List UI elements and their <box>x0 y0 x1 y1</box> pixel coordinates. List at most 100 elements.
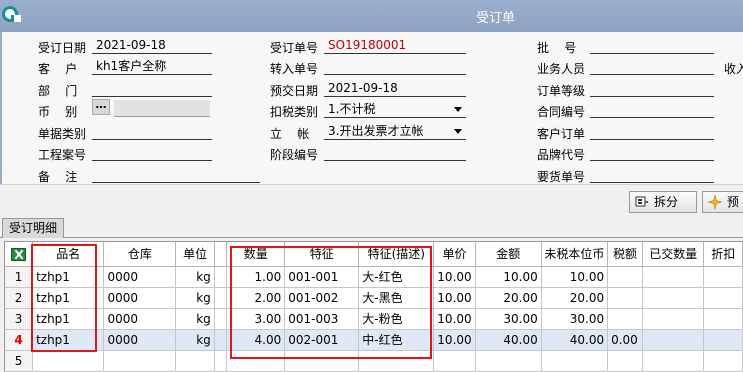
cell-qty[interactable]: 1.00 <box>226 266 286 288</box>
col-header-price[interactable]: 单价 <box>433 242 476 267</box>
customer-field[interactable]: kh1客户全称 <box>92 58 212 75</box>
cell-blank[interactable] <box>214 287 228 309</box>
cell-amount[interactable]: 40.00 <box>475 329 542 351</box>
brand-code-field[interactable] <box>590 144 714 161</box>
cell-discount[interactable] <box>703 308 743 330</box>
customer-order-field[interactable] <box>590 123 714 140</box>
col-header-tax[interactable]: 税额 <box>607 242 643 267</box>
cell-qty[interactable]: 4.00 <box>226 329 286 351</box>
table-row[interactable]: 1 tzhp1 0000 kg 1.00 001-001 大-红色 10.00 … <box>5 266 743 288</box>
table-row-selected[interactable]: 4 tzhp1 0000 kg 4.00 002-001 中-红色 10.00 … <box>5 329 743 351</box>
cell-warehouse[interactable]: 0000 <box>103 287 177 309</box>
order-no-field[interactable]: SO19180001 <box>324 37 466 54</box>
cell-tax[interactable] <box>607 308 643 330</box>
col-header-delivered[interactable]: 已交数量 <box>642 242 705 267</box>
cell-warehouse[interactable]: 0000 <box>103 308 177 330</box>
cell-price[interactable]: 10.00 <box>433 287 476 309</box>
transfer-no-field[interactable] <box>324 58 466 75</box>
cell-discount[interactable] <box>703 329 743 351</box>
cell-name[interactable] <box>32 350 105 372</box>
row-number[interactable]: 2 <box>5 287 34 309</box>
cell-unit[interactable]: kg <box>175 287 215 309</box>
currency-field[interactable] <box>114 100 210 117</box>
cell-discount[interactable] <box>703 287 743 309</box>
cell-delivered[interactable] <box>642 266 705 288</box>
order-date-field[interactable]: 2021-09-18 <box>92 37 212 54</box>
cell-amount[interactable]: 10.00 <box>475 266 542 288</box>
cell-pretax[interactable]: 40.00 <box>541 329 609 351</box>
cell-price[interactable]: 10.00 <box>433 329 476 351</box>
row-number[interactable]: 4 <box>5 329 34 351</box>
cell-blank[interactable] <box>214 308 228 330</box>
col-header-discount[interactable]: 折扣 <box>703 242 743 267</box>
cell-unit[interactable] <box>175 350 215 372</box>
department-field[interactable] <box>92 80 212 97</box>
cell-unit[interactable]: kg <box>175 308 215 330</box>
col-header-qty[interactable]: 数量 <box>226 242 286 267</box>
contract-no-field[interactable] <box>590 101 714 118</box>
cell-delivered[interactable] <box>642 350 705 372</box>
col-header-warehouse[interactable]: 仓库 <box>103 242 177 267</box>
cell-warehouse[interactable]: 0000 <box>103 266 177 288</box>
cell-tax[interactable] <box>607 287 643 309</box>
tab-order-detail[interactable]: 受订明细 <box>2 218 65 238</box>
cell-blank[interactable] <box>214 350 228 372</box>
cell-price[interactable]: 10.00 <box>433 308 476 330</box>
stage-no-field[interactable] <box>324 144 466 161</box>
cell-name[interactable]: tzhp1 <box>32 287 105 309</box>
col-header-feature-desc[interactable]: 特征(描述) <box>358 242 435 267</box>
cell-delivered[interactable] <box>642 287 705 309</box>
cell-delivered[interactable] <box>642 308 705 330</box>
cell-feature-desc[interactable]: 大-黑色 <box>358 287 435 309</box>
cell-feature-desc[interactable]: 大-红色 <box>358 266 435 288</box>
cell-name[interactable]: tzhp1 <box>32 308 105 330</box>
tax-type-select[interactable]: 1.不计税 <box>324 101 466 118</box>
table-row[interactable]: 2 tzhp1 0000 kg 2.00 001-002 大-黑色 10.00 … <box>5 287 743 309</box>
cell-tax[interactable] <box>607 350 643 372</box>
order-detail-grid[interactable]: 品名 仓库 单位 数量 特征 特征(描述) 单价 金额 未税本位币 税额 已交数… <box>4 241 743 372</box>
cell-delivered[interactable] <box>642 329 705 351</box>
col-header-feature[interactable]: 特征 <box>284 242 360 267</box>
cell-tax[interactable] <box>607 266 643 288</box>
cell-warehouse[interactable]: 0000 <box>103 329 177 351</box>
cell-discount[interactable] <box>703 350 743 372</box>
ship-no-field[interactable] <box>590 166 714 183</box>
cell-amount[interactable]: 30.00 <box>475 308 542 330</box>
table-row[interactable]: 5 <box>5 350 743 372</box>
delivery-date-field[interactable]: 2021-09-18 <box>324 80 466 97</box>
cell-pretax[interactable]: 10.00 <box>541 266 609 288</box>
col-header-pretax[interactable]: 未税本位币 <box>541 242 609 267</box>
sales-person-field[interactable] <box>590 58 714 75</box>
row-number[interactable]: 3 <box>5 308 34 330</box>
cell-name[interactable]: tzhp1 <box>32 329 105 351</box>
preview-button[interactable]: 预 <box>702 191 743 213</box>
order-level-field[interactable] <box>590 80 714 97</box>
cell-unit[interactable]: kg <box>175 266 215 288</box>
cell-qty[interactable]: 2.00 <box>226 287 286 309</box>
cell-feature[interactable] <box>284 350 360 372</box>
export-excel-cell[interactable] <box>5 242 34 267</box>
cell-feature[interactable]: 001-001 <box>284 266 360 288</box>
doc-category-field[interactable] <box>92 123 212 140</box>
currency-picker-button[interactable]: … <box>92 99 110 115</box>
account-select[interactable]: 3.开出发票才立帐 <box>324 123 466 140</box>
row-number[interactable]: 5 <box>5 350 34 372</box>
cell-blank[interactable] <box>214 329 228 351</box>
cell-amount[interactable]: 20.00 <box>475 287 542 309</box>
cell-name[interactable]: tzhp1 <box>32 266 105 288</box>
col-header-amount[interactable]: 金额 <box>475 242 542 267</box>
table-row[interactable]: 3 tzhp1 0000 kg 3.00 001-003 大-粉色 10.00 … <box>5 308 743 330</box>
excel-icon[interactable] <box>11 247 27 261</box>
cell-feature[interactable]: 001-003 <box>284 308 360 330</box>
cell-price[interactable]: 10.00 <box>433 266 476 288</box>
remark-field[interactable] <box>92 166 260 183</box>
cell-feature-desc[interactable] <box>358 350 435 372</box>
cell-feature-desc[interactable]: 大-粉色 <box>358 308 435 330</box>
cell-qty[interactable]: 3.00 <box>226 308 286 330</box>
cell-feature-desc[interactable]: 中-红色 <box>358 329 435 351</box>
split-button[interactable]: 拆分 <box>629 191 697 213</box>
cell-feature[interactable]: 001-002 <box>284 287 360 309</box>
col-header-unit[interactable]: 单位 <box>175 242 215 267</box>
cell-pretax[interactable]: 20.00 <box>541 287 609 309</box>
row-number[interactable]: 1 <box>5 266 34 288</box>
